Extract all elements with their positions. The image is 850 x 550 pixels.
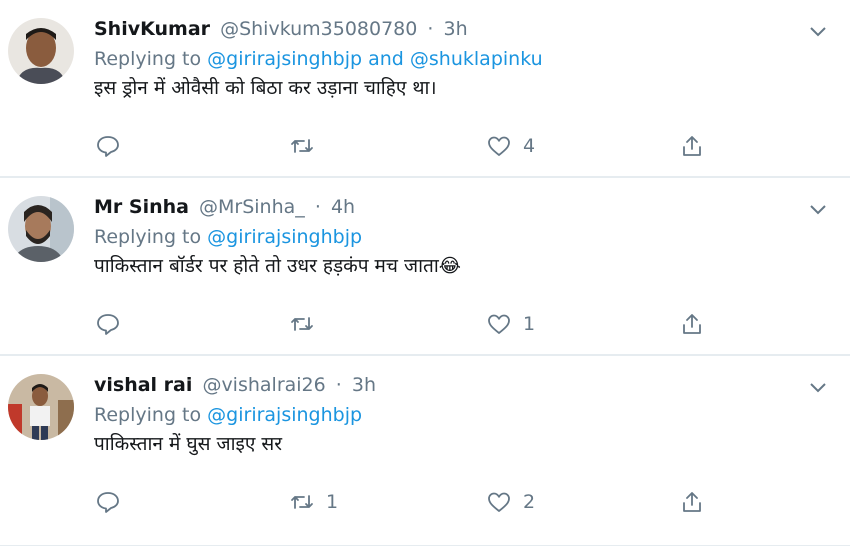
mention-link[interactable]: @shuklapinku xyxy=(410,48,543,70)
user-handle[interactable]: @MrSinha_ xyxy=(199,196,305,218)
user-handle[interactable]: @vishalrai26 xyxy=(202,374,325,396)
replying-to: Replying to @girirajsinghbjp xyxy=(94,402,790,428)
reply-icon xyxy=(97,492,119,513)
replying-to: Replying to @girirajsinghbjp xyxy=(94,224,790,250)
chevron-down-icon[interactable] xyxy=(808,202,828,218)
share-icon xyxy=(683,136,701,156)
user-name[interactable]: ShivKumar xyxy=(94,18,210,40)
share-button[interactable] xyxy=(680,310,704,338)
like-count: 4 xyxy=(523,135,536,157)
heart-icon xyxy=(488,314,510,334)
replying-to-joiner: and xyxy=(368,48,404,70)
tweet-actions: 4 xyxy=(94,132,734,160)
chevron-down-icon[interactable] xyxy=(808,24,828,40)
like-count: 1 xyxy=(523,313,536,335)
reply-thread: ShivKumar @Shivkum35080780 · 3h Replying… xyxy=(0,0,850,550)
share-button[interactable] xyxy=(680,488,704,516)
reply-icon xyxy=(97,136,119,157)
share-icon xyxy=(683,314,701,334)
user-name[interactable]: Mr Sinha xyxy=(94,196,189,218)
avatar[interactable] xyxy=(8,18,74,84)
retweet-button[interactable]: 1 xyxy=(290,488,338,516)
avatar[interactable] xyxy=(8,374,74,440)
user-handle[interactable]: @Shivkum35080780 xyxy=(220,18,417,40)
timestamp[interactable]: 3h xyxy=(444,18,468,40)
like-count: 2 xyxy=(523,491,536,513)
like-button[interactable]: 2 xyxy=(487,488,535,516)
tweet-text: इस ड्रोन में ओवैसी को बिठा कर उड़ाना चाह… xyxy=(94,77,437,99)
tweet-actions: 1 xyxy=(94,310,734,338)
tweet[interactable]: Mr Sinha @MrSinha_ · 4h Replying to @gir… xyxy=(0,178,850,356)
chevron-down-icon[interactable] xyxy=(808,380,828,396)
retweet-button[interactable] xyxy=(290,132,326,160)
separator-dot: · xyxy=(427,18,434,40)
share-icon xyxy=(683,492,701,512)
reply-icon xyxy=(97,314,119,335)
separator-dot: · xyxy=(314,196,321,218)
mention-link[interactable]: @girirajsinghbjp xyxy=(207,226,362,248)
tweet-text: पाकिस्तान में घुस जाइए सर xyxy=(94,433,282,455)
reply-button[interactable] xyxy=(96,310,132,338)
heart-icon xyxy=(488,136,510,156)
retweet-icon xyxy=(291,495,313,509)
user-name[interactable]: vishal rai xyxy=(94,374,192,396)
retweet-button[interactable] xyxy=(290,310,326,338)
retweet-icon xyxy=(291,317,313,331)
tweet-text: पाकिस्तान बॉर्डर पर होते तो उधर हड़कंप म… xyxy=(94,255,461,277)
retweet-count: 1 xyxy=(326,491,339,513)
replying-to-label: Replying to xyxy=(94,48,202,70)
tweet-actions: 1 2 xyxy=(94,488,734,516)
mention-link[interactable]: @girirajsinghbjp xyxy=(207,404,362,426)
replying-to: Replying to @girirajsinghbjp and @shukla… xyxy=(94,46,790,72)
timestamp[interactable]: 4h xyxy=(331,196,355,218)
mention-link[interactable]: @girirajsinghbjp xyxy=(207,48,362,70)
tweet[interactable]: ShivKumar @Shivkum35080780 · 3h Replying… xyxy=(0,0,850,178)
reply-button[interactable] xyxy=(96,132,132,160)
reply-button[interactable] xyxy=(96,488,132,516)
like-button[interactable]: 4 xyxy=(487,132,535,160)
heart-icon xyxy=(488,492,510,512)
replying-to-label: Replying to xyxy=(94,404,202,426)
like-button[interactable]: 1 xyxy=(487,310,535,338)
replying-to-label: Replying to xyxy=(94,226,202,248)
separator-dot: · xyxy=(335,374,342,396)
retweet-icon xyxy=(291,139,313,153)
tweet[interactable]: vishal rai @vishalrai26 · 3h Replying to… xyxy=(0,356,850,546)
avatar[interactable] xyxy=(8,196,74,262)
share-button[interactable] xyxy=(680,132,704,160)
timestamp[interactable]: 3h xyxy=(352,374,376,396)
